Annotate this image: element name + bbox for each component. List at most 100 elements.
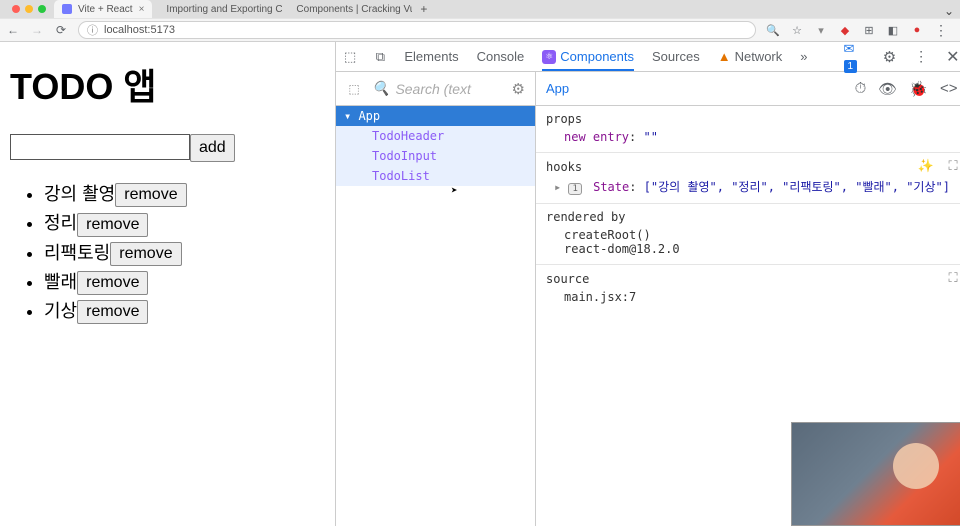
- extensions-icon[interactable]: ⊞: [862, 23, 876, 37]
- section-title: hooks: [546, 160, 582, 174]
- minimize-window-icon[interactable]: [25, 5, 33, 13]
- add-todo-form: add: [10, 134, 325, 162]
- new-tab-button[interactable]: +: [412, 2, 435, 16]
- sidepanel-icon[interactable]: ◧: [886, 23, 900, 37]
- profile-icon[interactable]: ●: [910, 23, 924, 37]
- section-title: props: [546, 112, 582, 126]
- device-toolbar-icon[interactable]: ⧉: [374, 49, 386, 65]
- prop-value[interactable]: "": [643, 130, 657, 144]
- inspect-element-icon[interactable]: ⬚: [344, 49, 356, 65]
- webcam-overlay[interactable]: [791, 422, 960, 526]
- search-icon[interactable]: 🔍: [372, 80, 389, 97]
- rendered-by-section: rendered by createRoot() react-dom@18.2.…: [536, 204, 960, 265]
- todo-text: 기상: [44, 301, 77, 321]
- tab-network[interactable]: ▲ Network: [718, 49, 783, 64]
- extension-icon[interactable]: ◆: [838, 23, 852, 37]
- page-title: TODO 앱: [10, 58, 325, 110]
- forward-button[interactable]: →: [30, 23, 44, 37]
- devtools-menu-icon[interactable]: ⋮: [914, 48, 928, 65]
- tab-title: Vite + React: [78, 4, 133, 15]
- address-row: ← → ⟳ ⓘ localhost:5173 🔍 ☆ ▾ ◆ ⊞ ◧ ● ⋮: [0, 18, 960, 42]
- tree-node[interactable]: TodoInput: [336, 146, 535, 166]
- gear-icon[interactable]: ⚙: [512, 80, 525, 98]
- code-icon[interactable]: <>: [940, 80, 958, 98]
- source-location[interactable]: main.jsx:7: [564, 290, 636, 304]
- tab-label: Network: [735, 49, 783, 64]
- tab-strip: Vite + React × Importing and Exporting C…: [0, 0, 960, 18]
- star-icon[interactable]: ☆: [790, 23, 804, 37]
- site-info-icon[interactable]: ⓘ: [87, 22, 98, 38]
- window-controls[interactable]: [4, 5, 54, 13]
- react-devtools-toolbar: ⬚ 🔍 Search (text ⚙ App ⏱ 👁 🐞 <>: [336, 72, 960, 106]
- tab-title: Components | Cracking Vue: [296, 4, 412, 15]
- tree-node-app[interactable]: App: [336, 106, 535, 126]
- list-item: 기상remove: [44, 297, 325, 324]
- more-tabs-button[interactable]: »: [800, 49, 807, 64]
- hook-key: State: [593, 180, 629, 194]
- list-item: 빨래remove: [44, 268, 325, 295]
- section-title: source: [546, 272, 589, 286]
- devtools-tabs: ⬚ ⧉ Elements Console ⚛ Components Source…: [336, 42, 960, 72]
- back-button[interactable]: ←: [6, 23, 20, 37]
- search-icon[interactable]: 🔍: [766, 23, 780, 37]
- close-window-icon[interactable]: [12, 5, 20, 13]
- component-inspector: props new entry: "" hooks ✨ ⛶ ▸ 1: [536, 106, 960, 526]
- expand-icon[interactable]: ⛶: [948, 159, 957, 174]
- new-todo-input[interactable]: [10, 134, 190, 160]
- maximize-window-icon[interactable]: [38, 5, 46, 13]
- browser-tab-2[interactable]: Components | Cracking Vue ×: [282, 0, 412, 18]
- rendered-by-item[interactable]: createRoot(): [564, 228, 958, 242]
- react-icon: ⚛: [542, 50, 556, 64]
- tab-label: Components: [560, 49, 634, 64]
- tab-sources[interactable]: Sources: [652, 49, 700, 64]
- browser-tab-1[interactable]: Importing and Exporting Com ×: [152, 0, 282, 18]
- colon: :: [629, 130, 643, 144]
- rendered-by-item[interactable]: react-dom@18.2.0: [564, 242, 958, 256]
- chevron-down-icon[interactable]: ⌄: [944, 4, 954, 18]
- eye-icon[interactable]: 👁: [878, 80, 897, 98]
- url-text: localhost:5173: [104, 24, 175, 36]
- gear-icon[interactable]: ⚙: [883, 48, 896, 66]
- extension-icon[interactable]: ▾: [814, 23, 828, 37]
- devtools-panel: ⬚ ⧉ Elements Console ⚛ Components Source…: [335, 42, 960, 526]
- component-tree: App TodoHeader TodoInput TodoList ➤: [336, 106, 536, 526]
- remove-button[interactable]: remove: [77, 213, 148, 237]
- favicon-icon: [62, 4, 72, 14]
- wand-icon[interactable]: ✨: [918, 159, 934, 174]
- stopwatch-icon[interactable]: ⏱: [855, 80, 867, 98]
- remove-button[interactable]: remove: [77, 271, 148, 295]
- messages-icon[interactable]: ✉ 1: [844, 42, 865, 72]
- expand-icon[interactable]: ⛶: [948, 271, 957, 286]
- bug-icon[interactable]: 🐞: [909, 80, 928, 98]
- close-tab-icon[interactable]: ×: [139, 4, 145, 15]
- list-item: 강의 촬영remove: [44, 180, 325, 207]
- menu-icon[interactable]: ⋮: [934, 23, 948, 37]
- remove-button[interactable]: remove: [115, 183, 186, 207]
- props-section: props new entry: "": [536, 106, 960, 153]
- tree-node[interactable]: TodoHeader: [336, 126, 535, 146]
- remove-button[interactable]: remove: [110, 242, 181, 266]
- tab-components[interactable]: ⚛ Components: [542, 49, 634, 71]
- address-bar[interactable]: ⓘ localhost:5173: [78, 21, 756, 39]
- reload-button[interactable]: ⟳: [54, 23, 68, 37]
- add-button[interactable]: add: [190, 134, 235, 162]
- remove-button[interactable]: remove: [77, 300, 148, 324]
- cursor-icon: ➤: [451, 184, 458, 197]
- expand-toggle[interactable]: ▸: [554, 180, 568, 194]
- tab-console[interactable]: Console: [477, 49, 525, 64]
- selected-component-name: App: [546, 81, 569, 96]
- todo-text: 리팩토링: [44, 243, 110, 263]
- browser-tab-0[interactable]: Vite + React ×: [54, 0, 152, 18]
- browser-chrome: Vite + React × Importing and Exporting C…: [0, 0, 960, 42]
- section-title: rendered by: [546, 210, 625, 224]
- tree-node[interactable]: TodoList: [336, 166, 535, 186]
- warning-icon: ▲: [718, 49, 731, 64]
- search-input[interactable]: Search (text: [395, 81, 470, 97]
- close-devtools-icon[interactable]: ✕: [946, 47, 959, 67]
- tab-elements[interactable]: Elements: [404, 49, 458, 64]
- list-item: 리팩토링remove: [44, 239, 325, 266]
- hook-value[interactable]: ["강의 촬영", "정리", "리팩토링", "빨래", "기상"]: [644, 180, 950, 194]
- hooks-section: hooks ✨ ⛶ ▸ 1 State: ["강의 촬영", "정리", "리팩…: [536, 153, 960, 204]
- hook-index-badge: 1: [568, 183, 581, 195]
- select-element-icon[interactable]: ⬚: [346, 81, 362, 97]
